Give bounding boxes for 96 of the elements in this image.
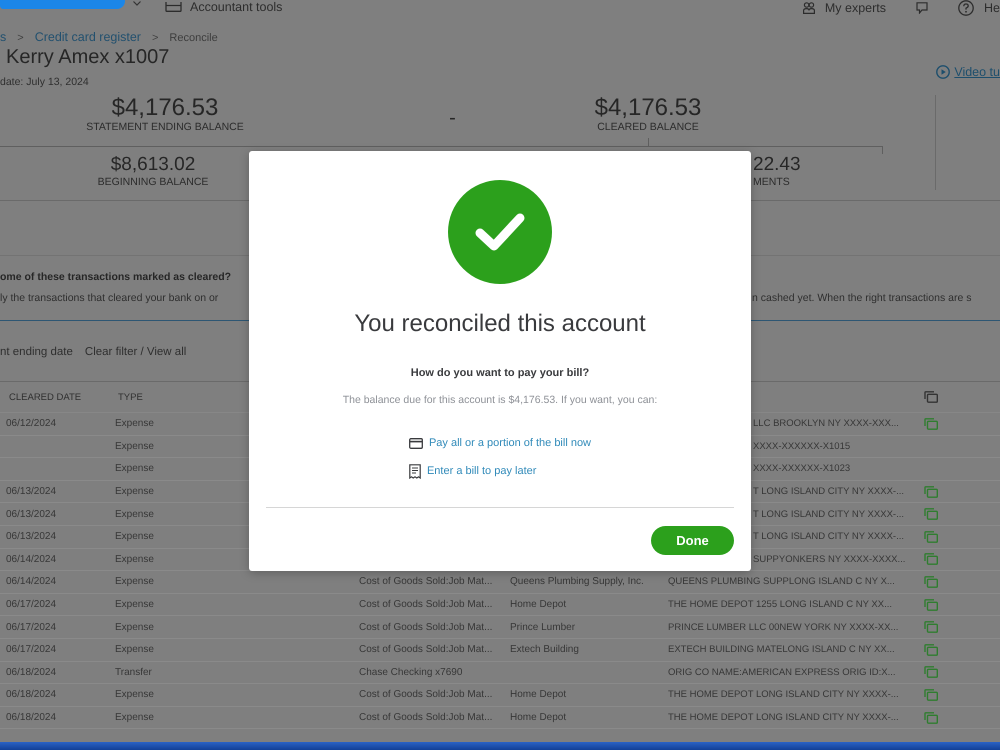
table-cell: T LONG ISLAND CITY NY XXXX-...: [753, 508, 904, 520]
speech-bubble-icon[interactable]: [916, 2, 928, 14]
option-link[interactable]: Pay all or a portion of the bill now: [408, 435, 592, 451]
table-cell: Expense: [115, 689, 154, 700]
table-cell: T LONG ISLAND CITY NY XXXX-...: [753, 486, 904, 498]
table-cell: Expense: [115, 508, 154, 520]
table-cell: 06/13/2024: [6, 486, 56, 498]
table-cell: Extech Building: [510, 644, 579, 656]
nav-item[interactable]: He: [958, 0, 1000, 16]
amount-value: $4,176.53: [112, 95, 218, 121]
table-cell: 06/17/2024: [6, 622, 56, 633]
table-cell: Cost of Goods Sold:Job Mat...: [359, 622, 492, 633]
table-cell: Cost of Goods Sold:Job Mat...: [359, 644, 492, 656]
table-cell: 06/18/2024: [6, 712, 56, 724]
table-cell: Cost of Goods Sold:Job Mat...: [359, 712, 492, 724]
amount-value: $8,613.02: [110, 154, 196, 176]
amount-label: CLEARED BALANCE: [597, 121, 699, 134]
amount-label: BEGINNING BALANCE: [98, 176, 208, 189]
notice-text: ly the transactions that cleared your bank on or: [0, 291, 218, 305]
notice-heading: ome of these transactions marked as cleared?: [0, 270, 232, 284]
statement-date: date: July 13, 2024: [0, 75, 89, 89]
dialog-message: The balance due for this account is $4,176.53. If you want, you can:: [342, 393, 658, 407]
people-icon: [802, 2, 815, 14]
table-cell: Expense: [115, 554, 154, 565]
table-cell: THE HOME DEPOT LONG ISLAND CITY NY XXXX-...: [668, 689, 899, 700]
table-cell: PRINCE LUMBER LLC 00NEW YORK NY XXXX-XX...: [668, 622, 898, 633]
amount-value: $4,176.53: [594, 95, 702, 121]
breadcrumb-link[interactable]: Credit card register: [34, 30, 141, 44]
table-cell: THE HOME DEPOT 1255 LONG ISLAND C NY XX...: [668, 599, 892, 610]
table-cell: Transfer: [115, 666, 152, 678]
play-circle-icon: [936, 65, 950, 79]
table-cell: Expense: [115, 418, 154, 430]
clear-filter-link[interactable]: Clear filter / View all: [84, 344, 186, 360]
table-cell: Expense: [115, 622, 154, 633]
table-cell: Home Depot: [510, 599, 566, 610]
table-cell: Expense: [115, 463, 154, 474]
breadcrumb-current: Reconcile: [169, 31, 218, 45]
tray-icon: [165, 2, 182, 12]
table-cell: Expense: [115, 644, 154, 656]
breadcrumb-separator: >: [152, 31, 158, 45]
check-circle-icon: [448, 180, 552, 284]
help-icon: [958, 0, 974, 16]
column-header[interactable]: CLEARED DATE: [9, 392, 82, 402]
table-cell: Queens Plumbing Supply, Inc.: [510, 576, 644, 588]
table-cell: THE HOME DEPOT LONG ISLAND CITY NY XXXX-...: [668, 712, 899, 724]
notice-text: n cashed yet. When the right transactions are s: [752, 291, 972, 305]
table-cell: 06/14/2024: [6, 554, 56, 565]
dialog-title: You reconciled this account: [354, 309, 646, 339]
column-header[interactable]: TYPE: [118, 392, 143, 402]
receipt-icon: [408, 464, 421, 478]
table-cell: 06/12/2024: [6, 418, 56, 430]
table-cell: 06/18/2024: [6, 666, 56, 678]
table-cell: Expense: [115, 531, 154, 542]
table-cell: SUPPYONKERS NY XXXX-XXXX...: [753, 554, 906, 565]
table-cell: EXTECH BUILDING MATELONG ISLAND C NY XX...: [668, 644, 895, 656]
table-cell: 06/13/2024: [6, 508, 56, 520]
table-cell: 06/17/2024: [6, 599, 56, 610]
table-cell: XXXX-XXXXXX-X1015: [753, 440, 850, 452]
nav-item[interactable]: Accountant tools: [165, 0, 282, 14]
done-button[interactable]: Done: [651, 526, 734, 555]
table-cell: T LONG ISLAND CITY NY XXXX-...: [753, 531, 904, 542]
amount-label: MENTS: [753, 176, 790, 189]
table-cell: Prince Lumber: [510, 622, 576, 633]
filter-label: nt ending date: [0, 345, 73, 360]
table-cell: Cost of Goods Sold:Job Mat...: [359, 689, 492, 700]
nav-item[interactable]: My experts: [802, 1, 886, 15]
table-cell: Expense: [115, 486, 154, 498]
table-cell: 06/13/2024: [6, 531, 56, 542]
dialog-question: How do you want to pay your bill?: [410, 366, 590, 380]
breadcrumb-separator: >: [17, 31, 24, 45]
option-link[interactable]: Enter a bill to pay later: [408, 463, 536, 479]
table-cell: Cost of Goods Sold:Job Mat...: [359, 599, 492, 610]
table-cell: Home Depot: [510, 689, 566, 700]
table-cell: 06/17/2024: [6, 644, 56, 656]
minus-sign: -: [449, 106, 456, 131]
table-cell: LLC BROOKLYN NY XXXX-XXX...: [753, 418, 899, 430]
chevron-icon[interactable]: [133, 1, 141, 6]
table-cell: Chase Checking x7690: [359, 666, 462, 678]
table-cell: ORIG CO NAME:AMERICAN EXPRESS ORIG ID:X...: [668, 666, 896, 678]
table-cell: 06/14/2024: [6, 576, 56, 588]
table-cell: Expense: [115, 712, 154, 724]
table-cell: QUEENS PLUMBING SUPPLONG ISLAND C NY X...: [668, 576, 895, 588]
table-cell: Expense: [115, 576, 154, 588]
table-cell: Home Depot: [510, 712, 566, 724]
table-cell: Expense: [115, 440, 154, 452]
table-cell: 06/18/2024: [6, 689, 56, 700]
amount-value: 22.43: [753, 154, 801, 176]
card-icon: [408, 438, 423, 448]
amount-label: STATEMENT ENDING BALANCE: [86, 121, 244, 134]
breadcrumb-link[interactable]: s: [0, 30, 6, 44]
video-link[interactable]: Video tu: [936, 65, 1000, 79]
copy-icon: [924, 391, 938, 403]
table-cell: Expense: [115, 599, 154, 610]
table-cell: XXXX-XXXXXX-X1023: [753, 463, 850, 474]
table-cell: Cost of Goods Sold:Job Mat...: [359, 576, 492, 588]
page-title: Kerry Amex x1007: [6, 45, 170, 70]
